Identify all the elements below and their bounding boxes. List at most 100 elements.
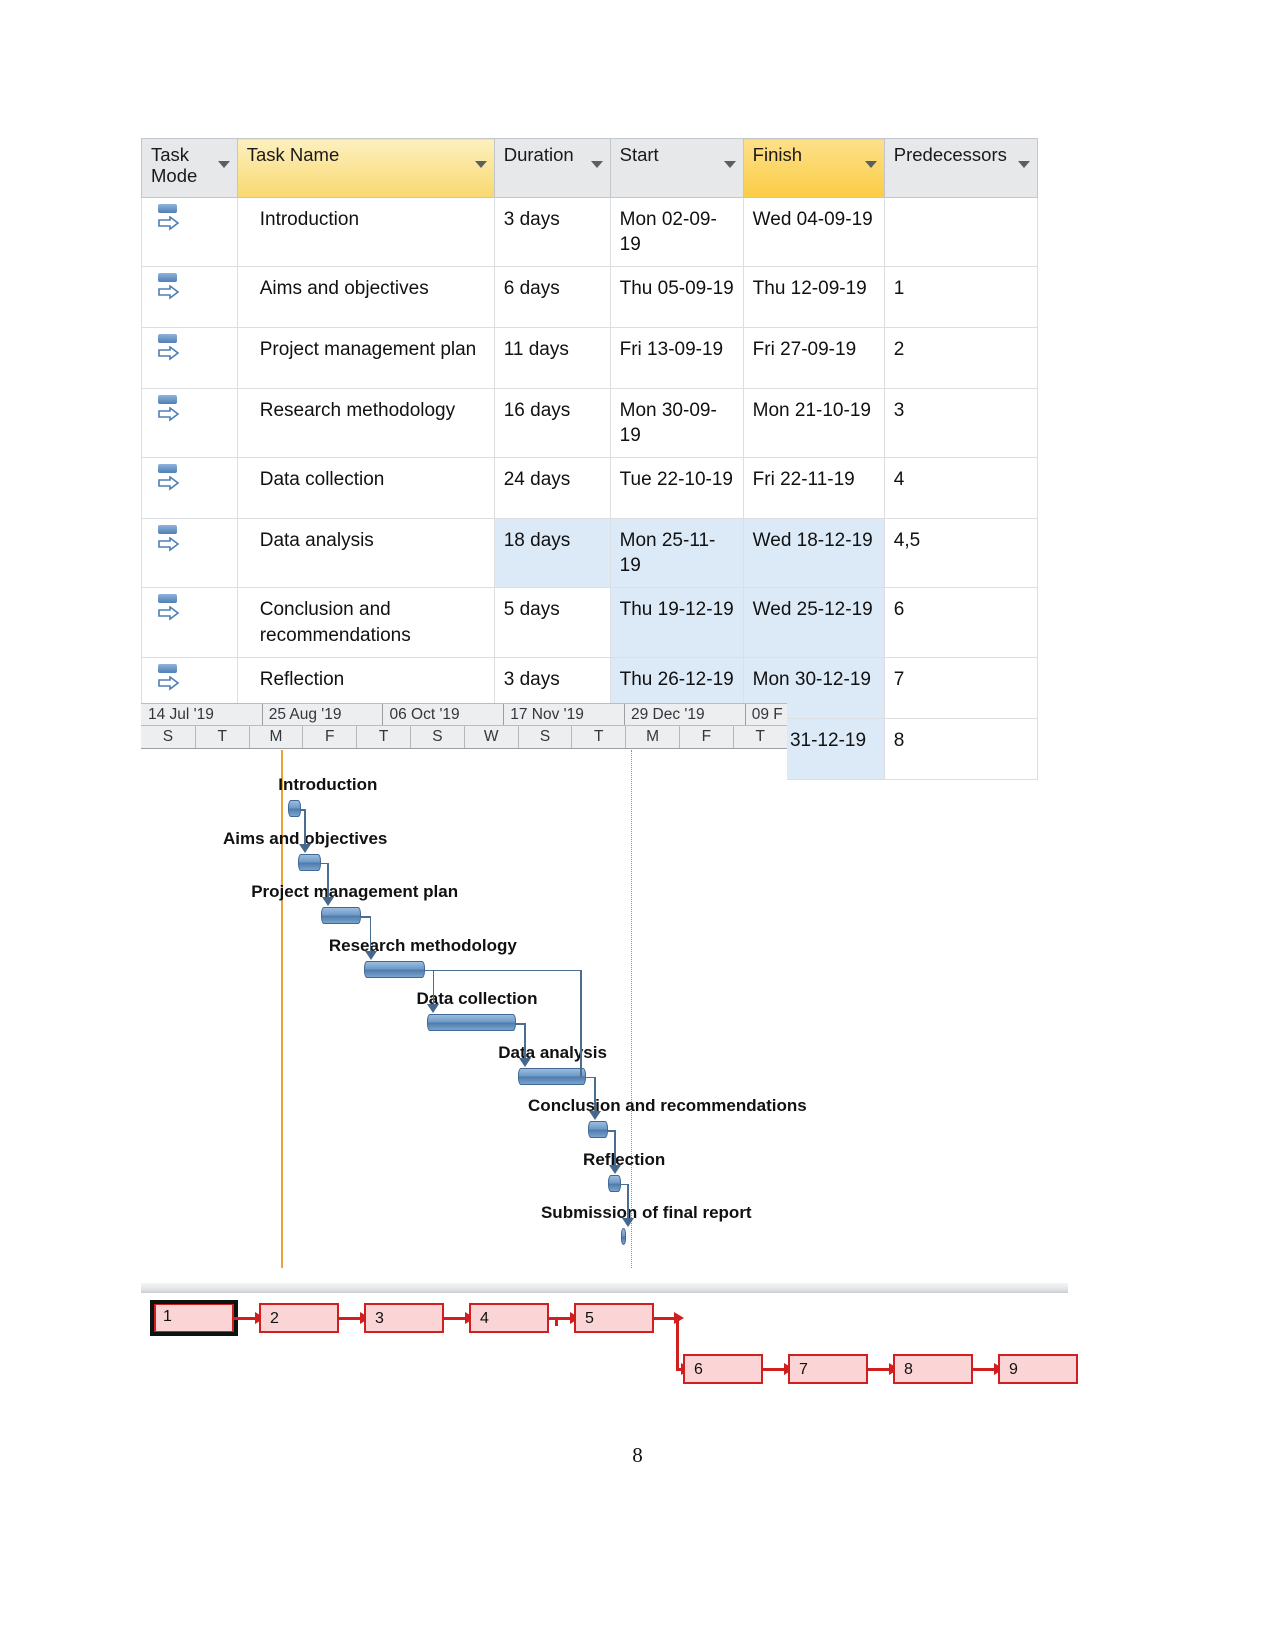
start-cell[interactable]: Mon 02-09-19 — [609, 196, 744, 268]
task-name-cell[interactable]: Aims and objectives — [236, 266, 495, 329]
network-node[interactable]: 8 — [893, 1354, 973, 1384]
start-cell[interactable]: Thu 19-12-19 — [609, 587, 744, 658]
task-name-cell[interactable]: Data analysis — [236, 518, 495, 589]
column-header-duration[interactable]: Duration — [493, 138, 611, 198]
predecessors-cell[interactable]: 4,5 — [883, 518, 1039, 589]
network-node[interactable]: 9 — [998, 1354, 1078, 1384]
predecessors-cell[interactable]: 6 — [883, 587, 1039, 658]
task-name-cell[interactable]: Conclusion and recommendations — [236, 587, 495, 658]
duration-cell[interactable]: 16 days — [493, 388, 611, 459]
arrow-right-icon — [158, 476, 180, 491]
gantt-dependency-link — [524, 1023, 526, 1058]
arrow-right-icon — [158, 407, 180, 422]
chevron-down-icon[interactable] — [217, 161, 230, 168]
column-header-start[interactable]: Start — [609, 138, 744, 198]
table-row[interactable]: Introduction 3 days Mon 02-09-19 Wed 04-09-… — [141, 196, 1039, 268]
network-node[interactable]: 2 — [259, 1303, 339, 1333]
gantt-bar[interactable] — [363, 960, 426, 978]
network-node[interactable]: 6 — [683, 1354, 763, 1384]
gantt-bar-label: Project management plan — [251, 882, 459, 901]
table-row[interactable]: Conclusion and recommendations 5 days Thu … — [141, 587, 1039, 658]
finish-cell[interactable]: Mon 21-10-19 — [742, 388, 885, 459]
predecessors-cell[interactable]: 2 — [883, 327, 1039, 390]
table-row[interactable]: Research methodology 16 days Mon 30-09-19 M… — [141, 388, 1039, 459]
duration-cell[interactable]: 18 days — [493, 518, 611, 589]
network-diagram[interactable]: 123456789 — [141, 1283, 1078, 1393]
gantt-dependency-link — [369, 916, 372, 951]
start-cell[interactable]: Fri 13-09-19 — [609, 327, 744, 390]
finish-cell[interactable]: Fri 27-09-19 — [742, 327, 885, 390]
gantt-bar-label: Conclusion and recommendations — [528, 1096, 807, 1115]
duration-cell[interactable]: 24 days — [493, 457, 611, 520]
timeline-day-label: M — [625, 726, 679, 748]
finish-cell[interactable]: Fri 22-11-19 — [742, 457, 885, 520]
duration-cell[interactable]: 5 days — [493, 587, 611, 658]
task-mode-cell[interactable] — [141, 587, 238, 658]
predecessors-cell[interactable]: 3 — [883, 388, 1039, 459]
network-node[interactable]: 5 — [574, 1303, 654, 1333]
gantt-bar-label: Data analysis — [498, 1042, 607, 1062]
manually-scheduled-icon — [156, 524, 182, 554]
finish-cell[interactable]: Wed 18-12-19 — [742, 518, 885, 589]
network-link — [549, 1316, 572, 1320]
gantt-bar[interactable] — [620, 1228, 627, 1245]
chevron-down-icon[interactable] — [864, 161, 877, 168]
task-mode-cell[interactable] — [141, 457, 238, 520]
duration-cell[interactable]: 3 days — [493, 196, 611, 268]
task-mode-cell[interactable] — [141, 196, 238, 268]
column-header-task-mode[interactable]: Task Mode — [141, 138, 238, 198]
table-row[interactable]: Data analysis 18 days Mon 25-11-19 Wed 18-1… — [141, 518, 1039, 589]
column-header-label: Task Name — [246, 144, 340, 165]
chevron-down-icon[interactable] — [723, 161, 736, 168]
table-row[interactable]: Data collection 24 days Tue 22-10-19 Fri 22… — [141, 457, 1039, 520]
task-name-cell[interactable]: Research methodology — [236, 388, 495, 459]
gantt-dependency-arrow — [322, 897, 335, 906]
gantt-status-line — [631, 750, 632, 1268]
start-cell[interactable]: Thu 05-09-19 — [609, 266, 744, 329]
column-header-finish[interactable]: Finish — [742, 138, 885, 198]
task-name-cell[interactable]: Introduction — [236, 196, 495, 268]
gantt-bar[interactable] — [588, 1121, 609, 1138]
network-node[interactable]: 4 — [469, 1303, 549, 1333]
start-cell[interactable]: Mon 30-09-19 — [609, 388, 744, 459]
gantt-bar[interactable] — [518, 1067, 587, 1085]
column-header-predecessors[interactable]: Predecessors — [883, 138, 1039, 198]
gantt-bar[interactable] — [297, 853, 322, 871]
network-link — [676, 1318, 679, 1369]
finish-cell[interactable]: Wed 25-12-19 — [742, 587, 885, 658]
task-name-cell[interactable]: Data collection — [236, 457, 495, 520]
chevron-down-icon[interactable] — [590, 161, 603, 168]
gantt-dependency-link — [303, 809, 306, 844]
chevron-down-icon[interactable] — [1018, 161, 1030, 168]
task-mode-cell[interactable] — [141, 327, 238, 390]
finish-cell[interactable]: Wed 04-09-19 — [742, 196, 885, 268]
gantt-bar[interactable] — [608, 1174, 621, 1192]
task-mode-cell[interactable] — [141, 388, 238, 459]
predecessors-cell[interactable]: 4 — [883, 457, 1039, 520]
task-mode-cell[interactable] — [141, 518, 238, 589]
task-name-cell[interactable]: Project management plan — [236, 327, 495, 390]
finish-cell[interactable]: Thu 12-09-19 — [742, 266, 885, 329]
task-table[interactable]: Task Mode Task Name Duration Start Finis… — [141, 138, 1039, 780]
predecessors-cell[interactable] — [883, 196, 1039, 268]
gantt-plot-area[interactable]: Introduction Aims and objectives Project m… — [141, 750, 807, 1268]
gantt-bar[interactable] — [321, 907, 362, 924]
task-mode-cell[interactable] — [141, 266, 238, 329]
gantt-dependency-link — [432, 969, 435, 1004]
duration-cell[interactable]: 11 days — [493, 327, 611, 390]
predecessors-cell[interactable]: 7 — [883, 656, 1039, 719]
column-header-task-name[interactable]: Task Name — [236, 138, 495, 198]
gantt-bar[interactable] — [426, 1014, 516, 1031]
network-node[interactable]: 3 — [364, 1303, 444, 1333]
predecessors-cell[interactable]: 1 — [883, 266, 1039, 329]
start-cell[interactable]: Tue 22-10-19 — [609, 457, 744, 520]
network-node[interactable]: 7 — [788, 1354, 868, 1384]
table-row[interactable]: Project management plan 11 days Fri 13-09-… — [141, 327, 1039, 390]
chevron-down-icon[interactable] — [474, 161, 487, 168]
start-cell[interactable]: Mon 25-11-19 — [609, 518, 744, 589]
predecessors-cell[interactable]: 8 — [883, 717, 1039, 780]
duration-cell[interactable]: 6 days — [493, 266, 611, 329]
gantt-bar[interactable] — [288, 800, 302, 817]
table-row[interactable]: Aims and objectives 6 days Thu 05-09-19 Thu… — [141, 266, 1039, 329]
gantt-chart[interactable]: 14 Jul '19 25 Aug '19 06 Oct '19 17 Nov '19… — [141, 703, 807, 1268]
